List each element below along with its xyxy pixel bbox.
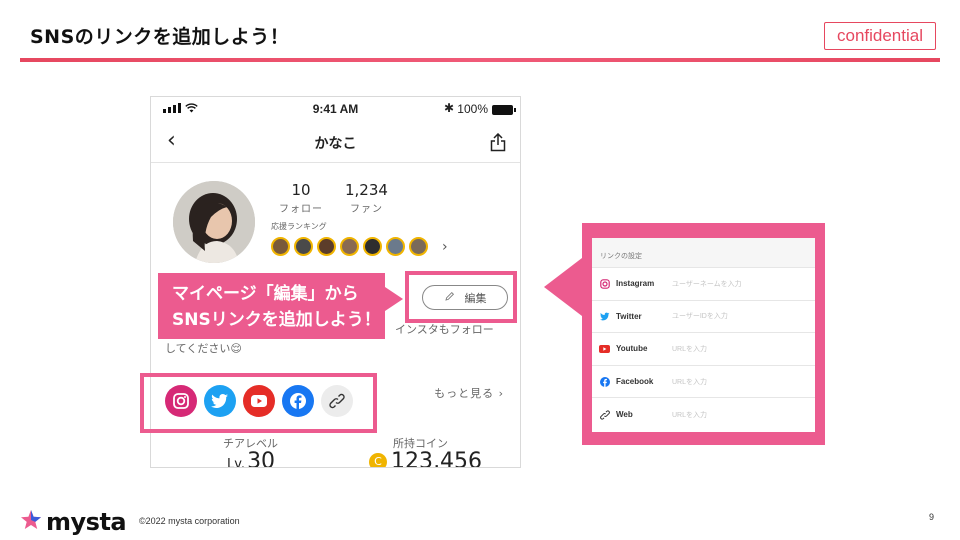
logo-text: mysta [46,508,127,536]
slide-title: SNSのリンクを追加しよう！ [30,26,290,48]
link-row-youtube[interactable]: Youtube URLを入力 [592,333,815,366]
coin-value: C 123,456 [369,449,482,468]
ranking-more-arrow[interactable]: › [442,239,448,255]
ranking-avatars[interactable]: › [271,237,448,256]
ranking-avatar[interactable] [317,237,336,256]
battery-percent: 100% [457,102,488,116]
follow-label: フォロー [279,204,323,215]
see-more-link[interactable]: もっと見る › [434,385,504,401]
confidential-badge: confidential [824,22,936,50]
fan-count: 1,234 [345,181,388,199]
mysta-logo: mysta [20,508,127,536]
page-number: 9 [928,512,934,522]
link-settings-panel: リンクの設定 Instagram ユーザーネームを入力 Twitter ユーザー… [582,223,825,445]
link-input[interactable]: ユーザーIDを入力 [672,311,728,321]
sns-highlight-frame [140,373,377,433]
link-name: Instagram [616,279,655,289]
bluetooth-icon: ✱ [443,101,454,115]
share-icon[interactable] [490,132,506,156]
link-settings-header: リンクの設定 [592,238,815,268]
link-input[interactable]: ユーザーネームを入力 [672,279,742,289]
ranking-avatar[interactable] [294,237,313,256]
callout-box: マイページ「編集」から SNSリンクを追加しよう！ [158,273,403,339]
star-icon [20,509,42,535]
follow-stat[interactable]: 10 フォロー [279,181,323,215]
bio-text-line2: してください😌 [165,342,242,355]
pointer-arrow [544,258,582,316]
coin-amount: 123,456 [391,449,482,468]
cheer-level-value: Lv.30 [227,449,276,468]
cheer-level-prefix: Lv. [227,457,246,468]
fan-stat[interactable]: 1,234 ファン [345,181,388,215]
link-input[interactable]: URLを入力 [672,377,707,387]
link-row-web[interactable]: Web URLを入力 [592,398,815,431]
status-bar: 9:41 AM ✱ 100% [151,97,520,123]
callout-line1: マイページ「編集」から [172,284,359,304]
facebook-icon [599,376,610,387]
ranking-avatar[interactable] [271,237,290,256]
profile-stats: 10 フォロー 1,234 ファン [279,181,388,215]
fan-label: ファン [349,204,383,215]
link-row-instagram[interactable]: Instagram ユーザーネームを入力 [592,268,815,301]
nav-bar: ‹ かなこ [151,123,520,163]
link-row-twitter[interactable]: Twitter ユーザーIDを入力 [592,301,815,334]
link-name: Facebook [616,377,654,387]
copyright: ©2022 mysta corporation [139,516,240,526]
link-row-facebook[interactable]: Facebook URLを入力 [592,366,815,399]
ranking-avatar[interactable] [363,237,382,256]
link-input[interactable]: URLを入力 [672,410,707,420]
ranking-avatar[interactable] [409,237,428,256]
header-rule [20,58,940,62]
ranking-avatar[interactable] [340,237,359,256]
twitter-icon [599,311,610,322]
follow-count: 10 [291,181,311,199]
link-input[interactable]: URLを入力 [672,344,707,354]
link-name: Youtube [616,344,648,354]
profile-name: かなこ [314,136,357,152]
ranking-label: 応援ランキング [271,222,327,231]
cheer-level-number: 30 [247,449,276,468]
coin-icon: C [369,452,387,467]
link-name: Twitter [616,311,642,321]
ranking-avatar[interactable] [386,237,405,256]
edit-highlight-frame [405,271,517,323]
link-icon [599,409,610,420]
instagram-icon [599,278,610,289]
youtube-icon [599,343,610,354]
link-settings-list: リンクの設定 Instagram ユーザーネームを入力 Twitter ユーザー… [592,238,815,432]
battery-icon [492,105,516,115]
link-name: Web [616,410,633,420]
callout-line2: SNSリンクを追加しよう！ [172,310,381,330]
bio-text: インスタもフォロー [395,323,494,336]
avatar[interactable] [173,181,255,263]
